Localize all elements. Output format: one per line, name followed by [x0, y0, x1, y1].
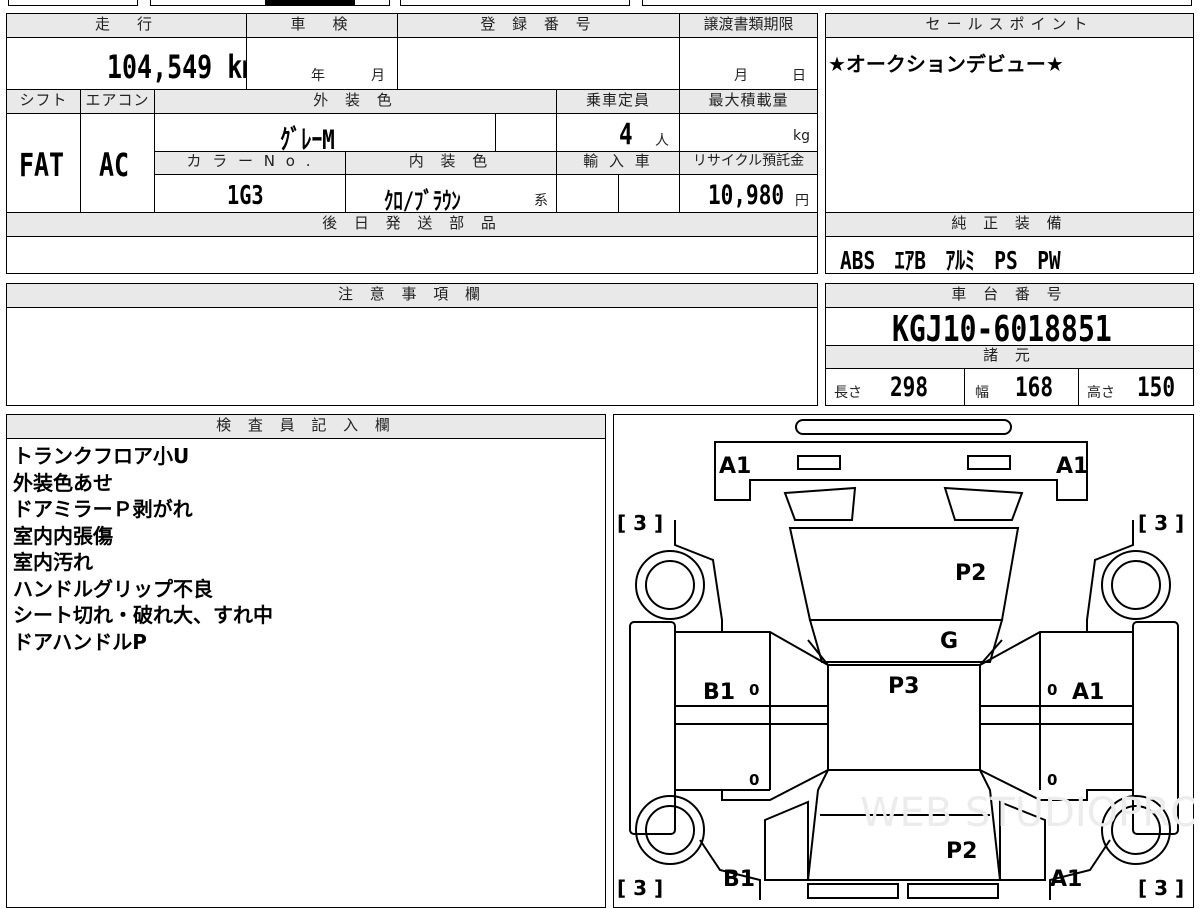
length-value: 298: [890, 372, 929, 403]
inspector-notes-cell: トランクフロア小U 外装色あせ ドアミラーＰ剥がれ 室内内張傷 室内汚れ ハンド…: [6, 438, 606, 908]
interior-color-value: ｸﾛ/ﾌﾞﾗｳﾝ: [384, 187, 461, 215]
inspector-note: 室内内張傷: [13, 523, 113, 548]
capacity-unit: 人: [655, 133, 669, 149]
inspection-header: 車 検: [246, 13, 398, 38]
recycle-unit: 円: [795, 193, 809, 209]
tire-front-right: [ 3 ]: [1138, 511, 1184, 535]
sales-point-value: ★オークションデビュー★: [828, 52, 1064, 76]
inspector-note: ハンドルグリップ不良: [13, 576, 213, 601]
length-label: 長さ: [834, 385, 862, 401]
watermark: WEB STUDIOPRO: [860, 790, 1194, 836]
genuine-equipment-header: 純 正 装 備: [825, 212, 1194, 237]
mark-rear-left: B1: [723, 867, 755, 892]
car-diagram-panel: WEB STUDIOPRO A1 A1 P2 G P3 B1 A1 P2 B1 …: [613, 414, 1194, 908]
aircon-header: エアコン: [80, 89, 155, 114]
import-header: 輸 入 車: [556, 151, 680, 175]
registration-header: 登 録 番 号: [397, 13, 680, 38]
width-label: 幅: [975, 385, 989, 401]
notes-cell: [6, 307, 818, 406]
sales-point-header: セールスポイント: [825, 13, 1194, 38]
import-cell-a: [556, 174, 619, 213]
mileage-cell: 104,549 km: [6, 37, 257, 90]
mark-left-front-door: B1: [703, 680, 735, 705]
recycle-header: リサイクル預託金: [679, 151, 818, 175]
aircon-cell: AC: [80, 113, 155, 213]
aircon-value: AC: [99, 146, 130, 184]
sales-point-cell: ★オークションデビュー★: [825, 37, 1194, 213]
shift-cell: FAT: [6, 113, 81, 213]
exterior-color-cell: ｸﾞﾚｰM: [154, 113, 496, 156]
top-strip: [0, 0, 1200, 8]
genuine-equipment-value: ABS ｴｱB ｱﾙﾐ PS PW: [840, 246, 1061, 275]
capacity-header: 乗車定員: [556, 89, 680, 114]
mark-zero: 0: [749, 681, 759, 699]
height-value: 150: [1137, 372, 1176, 403]
mark-rear-glass: P2: [946, 839, 977, 864]
recycle-value: 10,980: [708, 180, 785, 211]
tire-rear-left: [ 3 ]: [617, 876, 663, 900]
transfer-deadline-header: 譲渡書類期限: [679, 13, 818, 38]
width-cell: 幅 168: [964, 368, 1079, 406]
exterior-color-extra: [495, 113, 557, 152]
mark-front-right: A1: [1056, 454, 1088, 479]
deadline-month: 月: [734, 68, 748, 84]
color-no-header: カ ラ ー N o .: [154, 151, 346, 175]
max-load-unit: kg: [793, 128, 810, 144]
mileage-header: 走 行: [6, 13, 247, 38]
shift-header: シフト: [6, 89, 81, 114]
genuine-equipment-cell: ABS ｴｱB ｱﾙﾐ PS PW: [825, 236, 1194, 275]
mileage-value: 104,549 km: [107, 48, 258, 86]
inspector-header: 検 査 員 記 入 欄: [6, 414, 606, 439]
mark-rear-right: A1: [1050, 867, 1082, 892]
max-load-cell: kg: [679, 113, 818, 152]
interior-color-cell: ｸﾛ/ﾌﾞﾗｳﾝ 系: [345, 174, 557, 215]
registration-cell: [397, 37, 680, 90]
car-diagram: WEB STUDIOPRO A1 A1 P2 G P3 B1 A1 P2 B1 …: [617, 419, 1194, 900]
height-label: 高さ: [1087, 385, 1115, 401]
interior-color-suffix: 系: [534, 193, 548, 209]
inspector-note: ドアハンドルP: [13, 629, 147, 654]
length-cell: 長さ 298: [825, 368, 965, 406]
tire-front-left: [ 3 ]: [617, 511, 663, 535]
mark-windshield: G: [940, 629, 958, 654]
notes-header: 注 意 事 項 欄: [6, 283, 818, 308]
max-load-header: 最大積載量: [679, 89, 818, 114]
inspector-note: トランクフロア小U: [13, 444, 190, 468]
shift-value: FAT: [19, 146, 65, 184]
exterior-color-header: 外 装 色: [154, 89, 557, 114]
later-parts-cell: [6, 236, 818, 274]
deadline-cell: 月 日: [679, 37, 818, 90]
inspection-cell: 年 月: [246, 37, 398, 90]
height-cell: 高さ 150: [1078, 368, 1194, 406]
chassis-cell: KGJ10-6018851: [825, 307, 1194, 350]
color-no-cell: 1G3: [154, 174, 346, 213]
specs-header: 諸 元: [825, 345, 1194, 369]
width-value: 168: [1015, 372, 1054, 403]
mark-front-left: A1: [719, 454, 751, 479]
inspector-note: 室内汚れ: [13, 550, 93, 574]
inspector-note: 外装色あせ: [13, 470, 113, 495]
color-no-value: 1G3: [227, 181, 264, 211]
chassis-value: KGJ10-6018851: [892, 309, 1112, 350]
recycle-cell: 10,980 円: [679, 174, 818, 213]
mark-zero: 0: [1047, 681, 1057, 699]
capacity-cell: 4 人: [556, 113, 680, 152]
mark-hood: P2: [955, 561, 986, 586]
capacity-value: 4: [619, 117, 633, 151]
deadline-day: 日: [792, 68, 806, 84]
year-unit: 年: [311, 68, 325, 84]
interior-color-header: 内 装 色: [345, 151, 557, 175]
tire-rear-right: [ 3 ]: [1138, 876, 1184, 900]
import-cell-b: [618, 174, 680, 213]
mark-roof: P3: [888, 674, 919, 699]
inspector-note: シート切れ・破れ大、すれ中: [13, 603, 273, 627]
mark-right-front-door: A1: [1072, 680, 1104, 705]
chassis-header: 車 台 番 号: [825, 283, 1194, 308]
mark-zero: 0: [1047, 771, 1057, 789]
mark-zero: 0: [749, 771, 759, 789]
later-parts-header: 後 日 発 送 部 品: [6, 212, 818, 237]
month-unit: 月: [371, 68, 385, 84]
inspector-note: ドアミラーＰ剥がれ: [13, 497, 193, 521]
